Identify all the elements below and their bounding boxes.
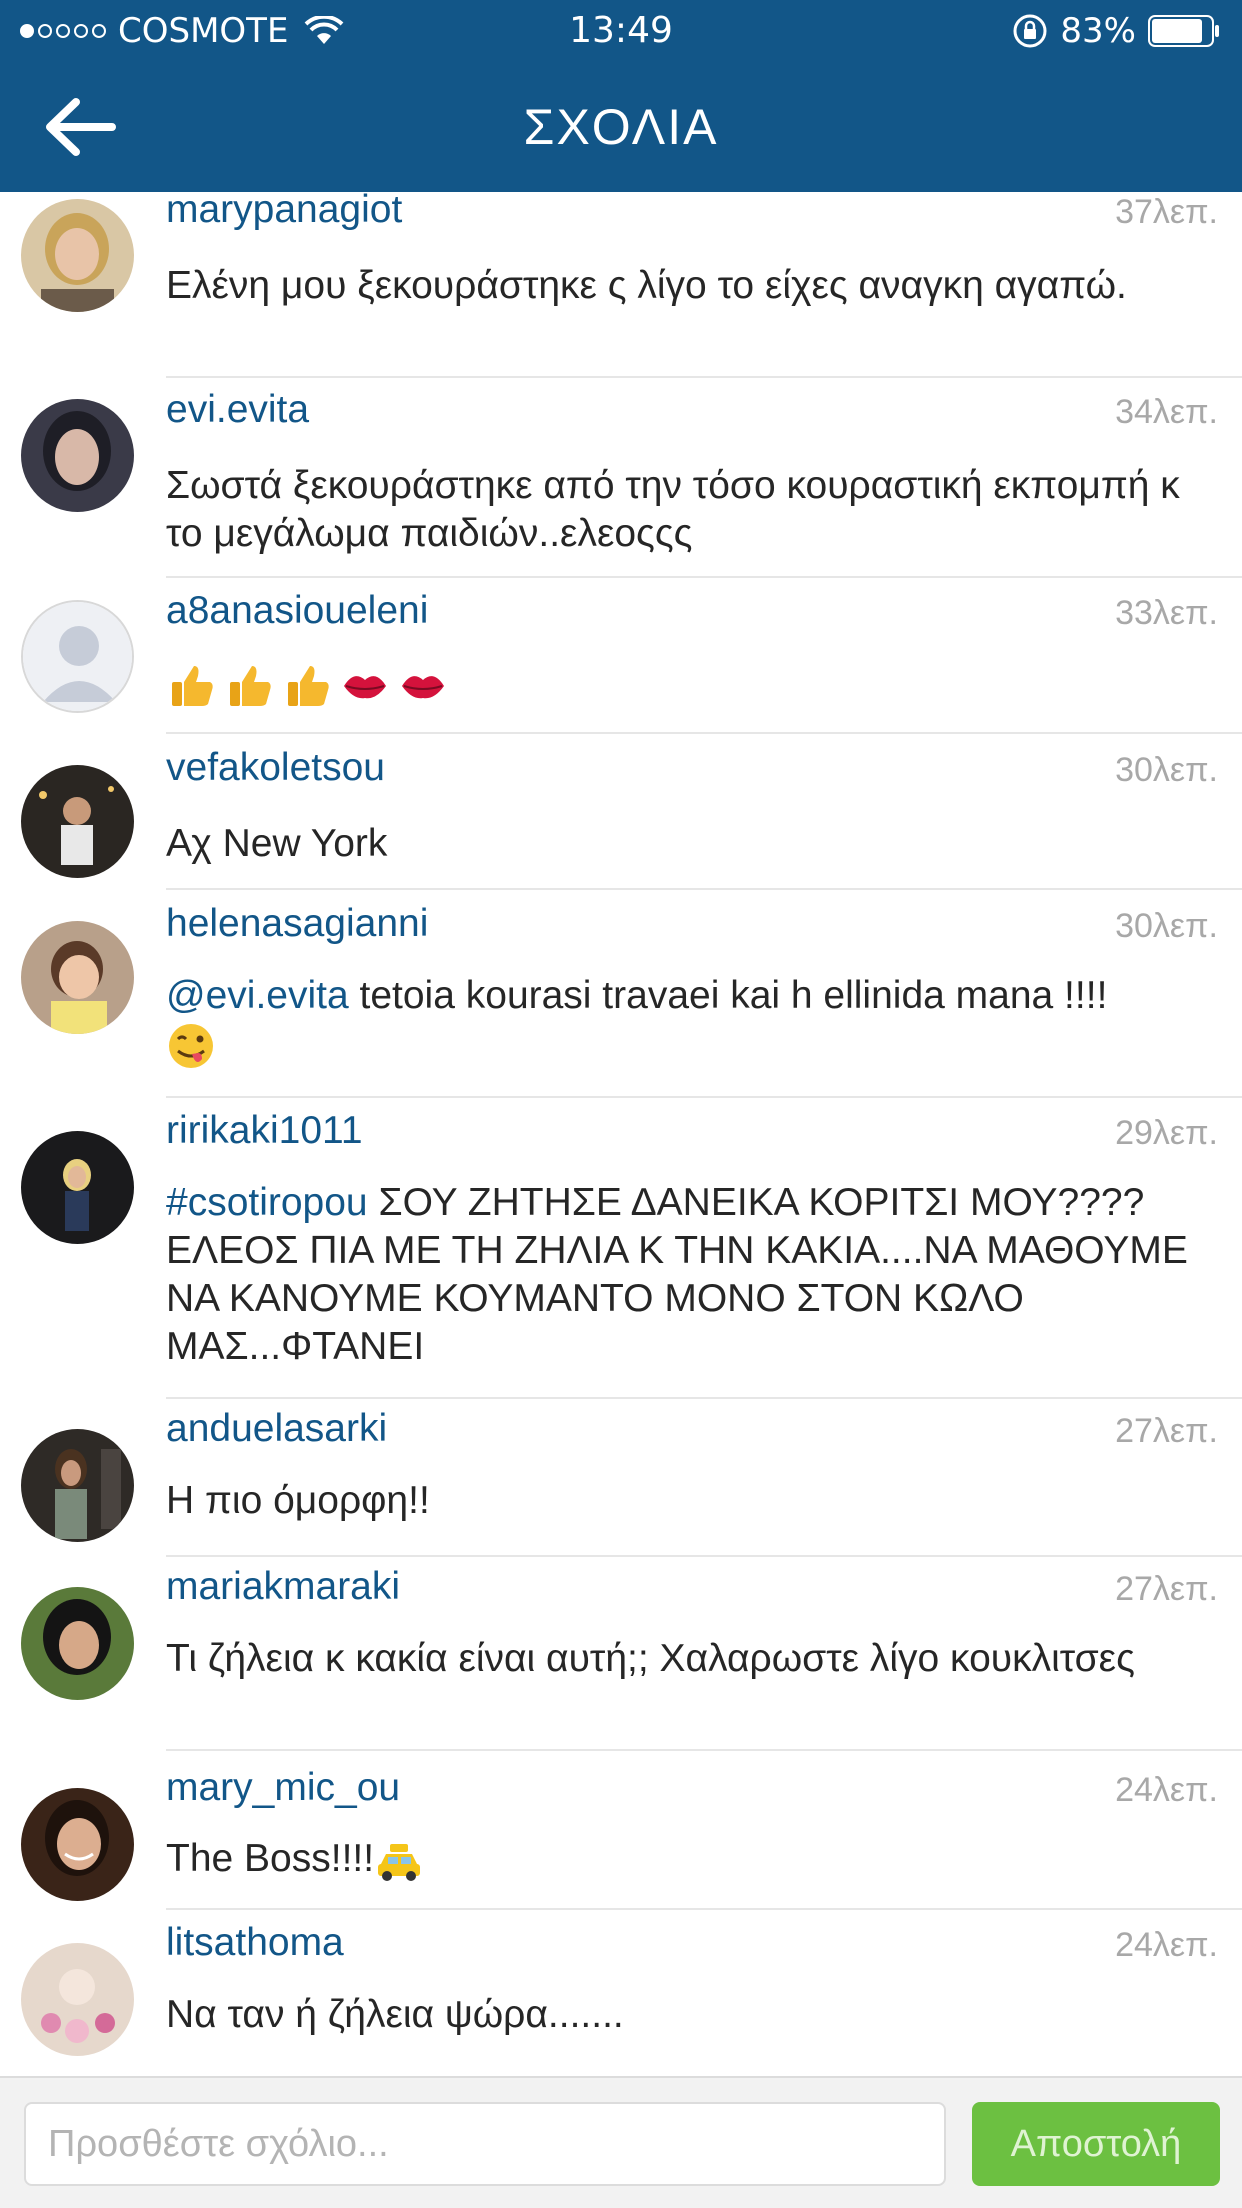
divider — [166, 732, 1242, 734]
comment-username[interactable]: a8anasioueleni — [166, 588, 428, 634]
comment-time: 30λεπ. — [1115, 751, 1218, 789]
battery-icon — [1148, 15, 1219, 47]
avatar[interactable] — [21, 1429, 134, 1542]
divider — [166, 888, 1242, 890]
thumbs-up-icon — [288, 666, 329, 706]
avatar[interactable] — [21, 1943, 134, 2056]
avatar[interactable] — [21, 1131, 134, 1244]
battery-percent: 83% — [1060, 11, 1136, 51]
comment-body: tetoia kourasi travaei kai h ellinida ma… — [348, 974, 1108, 1017]
kiss-lips-icon — [344, 676, 386, 699]
comment-body: The Boss!!!! — [166, 1837, 375, 1880]
comment-username[interactable]: helenasagianni — [166, 901, 428, 947]
nav-header: ΣΧΟΛΙΑ — [0, 62, 1242, 192]
comment-username[interactable]: evi.evita — [166, 387, 309, 433]
avatar[interactable] — [21, 921, 134, 1034]
divider — [166, 1397, 1242, 1399]
send-button[interactable]: Αποστολή — [972, 2102, 1220, 2186]
comment-emojis — [166, 658, 1216, 712]
comment-username[interactable]: vefakoletsou — [166, 745, 385, 791]
battery-area: 83% — [1012, 8, 1220, 54]
divider — [166, 1096, 1242, 1098]
divider — [166, 576, 1242, 578]
thumbs-up-icon — [230, 666, 271, 706]
comment-mention[interactable]: @evi.evita — [166, 974, 349, 1017]
comment-input[interactable] — [24, 2102, 946, 2186]
comment-text: The Boss!!!! — [166, 1835, 1216, 1886]
comment-time: 24λεπ. — [1115, 1771, 1218, 1809]
comment-time: 29λεπ. — [1115, 1114, 1218, 1152]
comment-username[interactable]: marypanagiot — [166, 192, 402, 233]
comment-time: 37λεπ. — [1115, 193, 1218, 231]
rotation-lock-icon — [1013, 14, 1047, 48]
default-avatar-icon[interactable] — [21, 600, 134, 713]
avatar[interactable] — [21, 1587, 134, 1700]
divider — [166, 1908, 1242, 1910]
avatar[interactable] — [21, 399, 134, 512]
comment-text: Ελένη μου ξεκουράστηκε ς λίγο το είχες α… — [166, 264, 1127, 307]
comment-text: @evi.evita tetoia kourasi travaei kai h … — [166, 972, 1216, 1071]
comment-text: Σωστά ξεκουράστηκε από την τόσο κουραστι… — [166, 464, 1180, 555]
status-bar: COSMOTE 13:49 83% — [0, 0, 1242, 62]
comment-username[interactable]: litsathoma — [166, 1920, 344, 1966]
avatar[interactable] — [21, 1788, 134, 1901]
taxi-icon — [378, 1843, 421, 1881]
avatar[interactable] — [21, 765, 134, 878]
comment-time: 27λεπ. — [1115, 1570, 1218, 1608]
divider — [166, 1555, 1242, 1557]
comment-text: Αχ New York — [166, 822, 388, 865]
comment-time: 34λεπ. — [1115, 393, 1218, 431]
thumbs-up-icon — [172, 666, 213, 706]
comment-time: 30λεπ. — [1115, 907, 1218, 945]
comment-time: 27λεπ. — [1115, 1412, 1218, 1450]
comment-username[interactable]: mary_mic_ou — [166, 1765, 400, 1811]
kiss-lips-icon — [402, 676, 444, 699]
comment-list[interactable]: marypanagiot 37λεπ. Ελένη μου ξεκουράστη… — [0, 192, 1242, 2076]
divider — [166, 376, 1242, 378]
divider — [166, 1749, 1242, 1751]
comment-text: #csotiropou ΣΟΥ ΖΗΤΗΣΕ ΔΑΝΕΙΚΑ ΚΟΡΙΤΣΙ Μ… — [166, 1179, 1216, 1371]
comment-time: 24λεπ. — [1115, 1926, 1218, 1964]
page-title: ΣΧΟΛΙΑ — [523, 99, 719, 155]
comment-username[interactable]: ririkaki1011 — [166, 1108, 363, 1154]
winking-tongue-face-icon — [169, 1023, 213, 1068]
comment-text: Η πιο όμορφη!! — [166, 1479, 430, 1522]
comment-username[interactable]: anduelasarki — [166, 1406, 387, 1452]
comment-time: 33λεπ. — [1115, 594, 1218, 632]
avatar[interactable] — [21, 199, 134, 312]
comment-composer: Αποστολή — [0, 2076, 1242, 2208]
comment-hashtag[interactable]: #csotiropou — [166, 1181, 368, 1224]
comment-text: Τι ζήλεια κ κακία είναι αυτή;; Χαλαρωστε… — [166, 1637, 1135, 1680]
comment-username[interactable]: mariakmaraki — [166, 1564, 400, 1610]
comment-text: Να ταν ή ζήλεια ψώρα....... — [166, 1993, 624, 2036]
